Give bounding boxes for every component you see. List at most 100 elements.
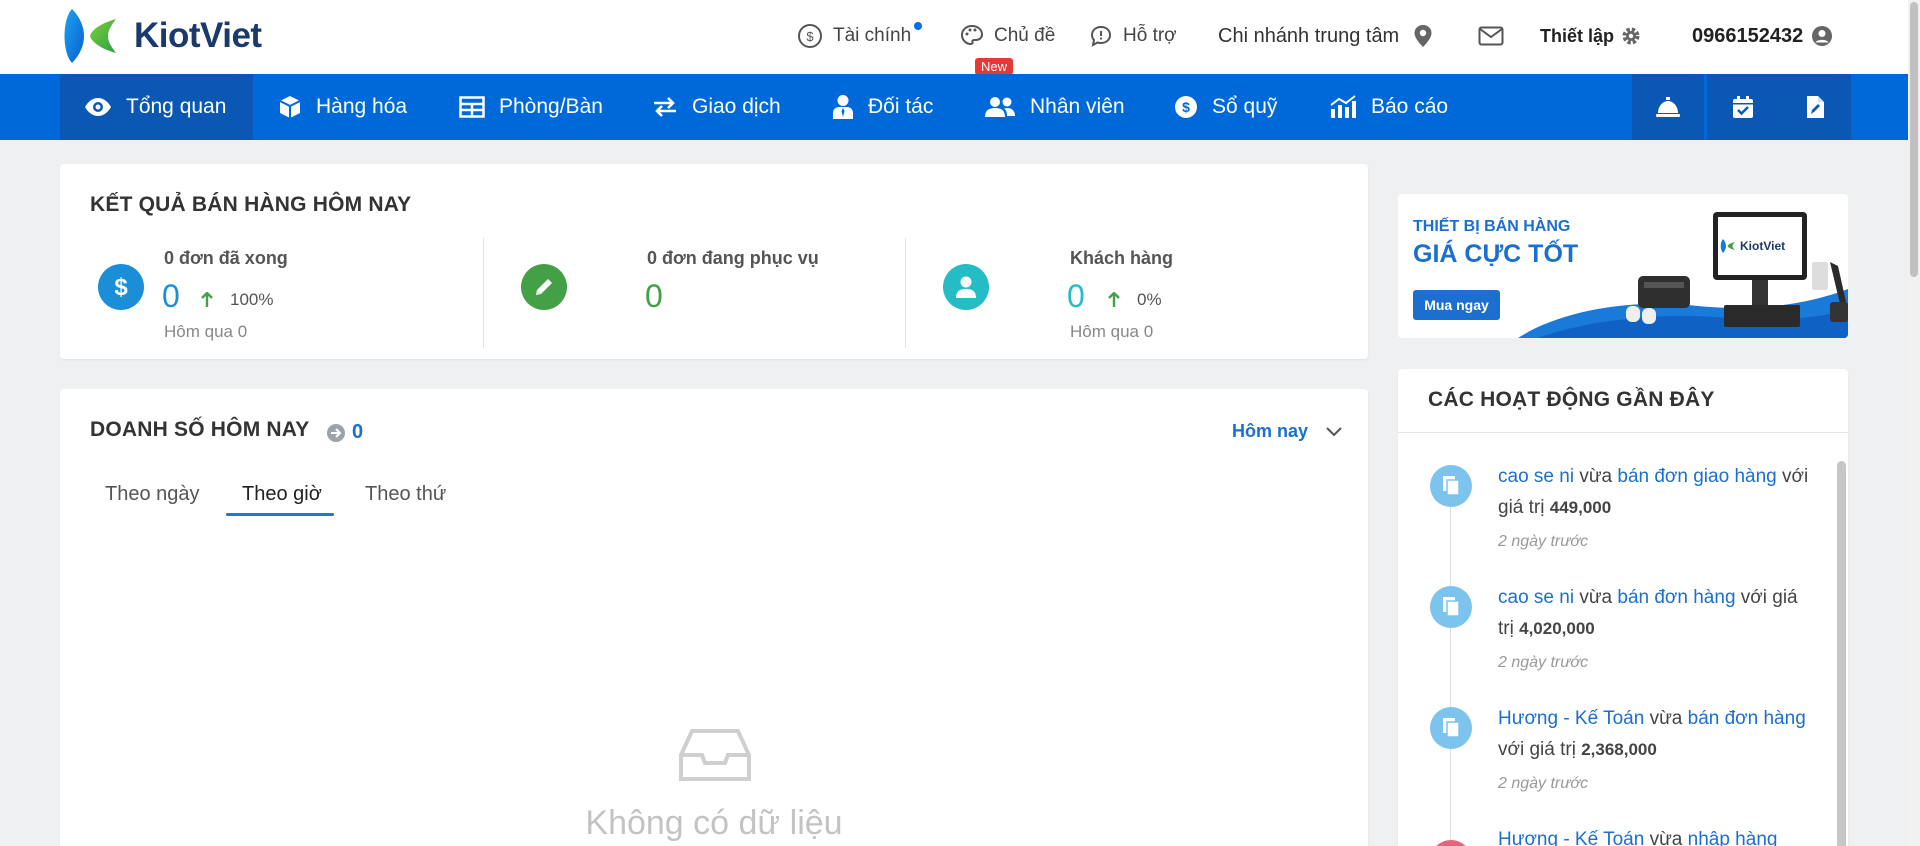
- box-icon: [279, 96, 301, 118]
- recent-activity-card: CÁC HOẠT ĐỘNG GẦN ĐÂY cao se ni vừa bán …: [1398, 369, 1848, 846]
- nav-overview[interactable]: Tổng quan: [60, 74, 253, 140]
- activity-verb: vừa: [1644, 829, 1688, 846]
- theme-link[interactable]: Chủ đề: [960, 20, 1055, 52]
- nav-label: Hàng hóa: [316, 95, 408, 118]
- activity-text: cao se ni vừa bán đơn giao hàng với giá …: [1498, 461, 1813, 523]
- timeline-line: [1450, 489, 1451, 846]
- nav-label: Giao dịch: [692, 95, 781, 118]
- nav-rooms-tables[interactable]: Phòng/Bàn: [459, 74, 603, 140]
- activity-action-link[interactable]: bán đơn giao hàng: [1617, 466, 1776, 487]
- pencil-icon: [521, 264, 567, 310]
- branch-selector[interactable]: Chi nhánh trung tâm: [1218, 20, 1443, 52]
- new-badge: New: [975, 58, 1014, 75]
- stat-previous: Hôm qua 0: [1070, 322, 1154, 341]
- promo-line-2: GIÁ CỰC TỐT: [1413, 240, 1579, 268]
- chat-alert-icon: [1090, 25, 1112, 47]
- activity-scrollbar[interactable]: [1837, 461, 1846, 846]
- stat-serving-orders: 0 đơn đang phục vụ 0: [521, 248, 901, 348]
- activity-user-link[interactable]: Hương - Kế Toán: [1498, 829, 1644, 846]
- revenue-total-link[interactable]: 0: [326, 421, 363, 444]
- divider: [1398, 432, 1848, 433]
- document-button[interactable]: [1779, 74, 1851, 140]
- empty-state-text: Không có dữ liệu: [585, 804, 843, 842]
- activity-verb: vừa: [1574, 466, 1618, 487]
- stat-label: 0 đơn đã xong: [164, 248, 288, 268]
- service-bell-button[interactable]: [1632, 74, 1704, 140]
- svg-text:$: $: [114, 274, 128, 300]
- tab-by-weekday[interactable]: Theo thứ: [365, 483, 446, 506]
- activity-time: 2 ngày trước: [1498, 654, 1589, 671]
- promo-banner[interactable]: THIẾT BỊ BÁN HÀNG GIÁ CỰC TỐT Mua ngay K…: [1398, 194, 1848, 338]
- tab-by-hour[interactable]: Theo giờ: [242, 483, 322, 506]
- nav-label: Nhân viên: [1030, 95, 1125, 118]
- nav-reports[interactable]: Báo cáo: [1329, 74, 1448, 140]
- nav-transactions[interactable]: Giao dịch: [652, 74, 781, 140]
- revenue-title: DOANH SỐ HÔM NAY: [90, 418, 310, 441]
- settings-label: Thiết lập: [1540, 25, 1615, 46]
- activity-user-link[interactable]: cao se ni: [1498, 466, 1574, 487]
- stat-value: 0: [1067, 278, 1085, 314]
- chevron-down-icon: [1326, 426, 1342, 436]
- nav-cashbook[interactable]: $ Sổ quỹ: [1174, 74, 1277, 140]
- stat-customers: Khách hàng 0 0% Hôm qua 0: [943, 248, 1323, 348]
- nav-employees[interactable]: Nhân viên: [984, 74, 1125, 140]
- stat-value: 0: [162, 278, 180, 314]
- promo-line-1: THIẾT BỊ BÁN HÀNG: [1413, 218, 1571, 235]
- brand-name: KiotViet: [134, 16, 262, 55]
- activity-action-link[interactable]: bán đơn hàng: [1617, 587, 1735, 608]
- activity-action-link[interactable]: nhập hàng: [1688, 829, 1778, 846]
- stat-change-value: 0%: [1137, 290, 1162, 309]
- table-icon: [459, 96, 485, 118]
- activity-value: 449,000: [1549, 498, 1612, 517]
- revenue-total: 0: [352, 421, 364, 443]
- user-icon: [943, 264, 989, 310]
- mail-icon: [1478, 26, 1504, 46]
- stat-completed-orders: $ 0 đơn đã xong 0 100% Hôm qua 0: [98, 248, 478, 348]
- finance-link[interactable]: $ Tài chính: [797, 20, 911, 52]
- main-nav: Tổng quan Hàng hóa Phòng/Bàn Giao dịch Đ…: [0, 74, 1920, 140]
- document-icon: [1430, 586, 1472, 628]
- nav-partners[interactable]: Đối tác: [832, 74, 933, 140]
- page-scrollbar-thumb[interactable]: [1910, 2, 1918, 277]
- document-icon: [1430, 465, 1472, 507]
- activity-verb: vừa: [1644, 708, 1688, 729]
- buy-now-button[interactable]: Mua ngay: [1413, 290, 1500, 320]
- dollar-circle-icon: $: [1175, 96, 1197, 118]
- activity-action-link[interactable]: bán đơn hàng: [1688, 708, 1806, 729]
- arrow-circle-right-icon: [327, 423, 345, 442]
- nav-products[interactable]: Hàng hóa: [278, 74, 407, 140]
- activity-value: 2,368,000: [1581, 740, 1657, 759]
- device-brand-text: KiotViet: [1740, 239, 1786, 253]
- account-menu[interactable]: 0966152432: [1692, 20, 1843, 52]
- user-circle-icon: [1812, 26, 1833, 46]
- calendar-button[interactable]: [1707, 74, 1779, 140]
- activity-title: CÁC HOẠT ĐỘNG GẦN ĐÂY: [1428, 388, 1715, 411]
- import-icon: [1430, 840, 1472, 846]
- support-link[interactable]: Hỗ trợ: [1089, 20, 1177, 52]
- settings-menu[interactable]: Thiết lập: [1540, 20, 1652, 52]
- mail-button[interactable]: [1478, 20, 1514, 52]
- period-label: Hôm nay: [1232, 421, 1309, 441]
- nav-label: Báo cáo: [1371, 95, 1449, 118]
- divider: [905, 238, 906, 348]
- period-select[interactable]: Hôm nay: [1232, 421, 1342, 442]
- support-label: Hỗ trợ: [1123, 25, 1177, 46]
- activity-user-link[interactable]: Hương - Kế Toán: [1498, 708, 1644, 729]
- top-header: KiotViet $ Tài chính Chủ đề New Hỗ trợ C…: [0, 0, 1920, 75]
- activity-user-link[interactable]: cao se ni: [1498, 587, 1574, 608]
- tab-by-day[interactable]: Theo ngày: [105, 483, 200, 506]
- activity-time: 2 ngày trước: [1498, 775, 1589, 792]
- stat-change: 0%: [1107, 290, 1162, 310]
- palette-icon: [960, 24, 984, 46]
- stat-label: 0 đơn đang phục vụ: [647, 248, 819, 268]
- pos-device-illustration: [1626, 212, 1848, 327]
- users-icon: [985, 97, 1015, 117]
- device-screen-brand: KiotViet: [1720, 238, 1785, 254]
- activity-verb: vừa: [1574, 587, 1618, 608]
- theme-label: Chủ đề: [994, 25, 1056, 46]
- nav-label: Phòng/Bàn: [499, 95, 603, 118]
- nav-label: Đối tác: [868, 95, 934, 118]
- stat-change: 100%: [200, 290, 273, 310]
- kiotviet-logo[interactable]: KiotViet: [60, 4, 262, 68]
- stat-previous: Hôm qua 0: [164, 322, 248, 341]
